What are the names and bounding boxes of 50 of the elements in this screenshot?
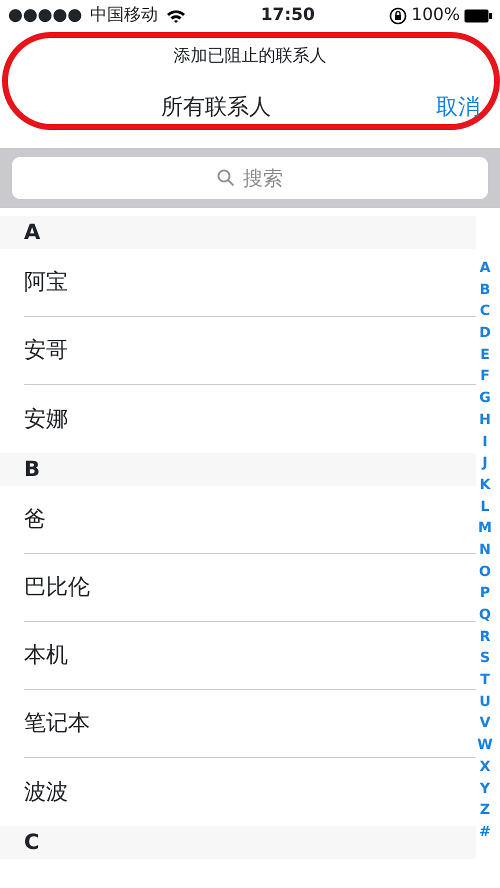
index-letter[interactable]: T xyxy=(476,670,494,692)
index-letter[interactable]: P xyxy=(476,583,494,605)
signal-strength-text: ●●●●● xyxy=(8,4,82,28)
contact-row[interactable]: 波波 xyxy=(0,758,476,826)
index-letter[interactable]: M xyxy=(476,518,494,540)
index-letter[interactable]: D xyxy=(476,323,494,345)
contact-row[interactable]: 阿宝 xyxy=(0,249,476,317)
index-letter[interactable]: R xyxy=(476,626,494,648)
index-letter[interactable]: Y xyxy=(476,778,494,800)
contact-row[interactable]: 本机 xyxy=(0,622,476,690)
index-letter[interactable]: J xyxy=(476,453,494,475)
index-letter[interactable]: # xyxy=(476,822,494,844)
carrier-name: 中国移动 xyxy=(90,4,158,28)
index-letter[interactable]: A xyxy=(476,258,494,280)
index-letter[interactable]: G xyxy=(476,388,494,410)
contact-row[interactable]: 爸 xyxy=(0,486,476,554)
status-time: 17:50 xyxy=(260,4,316,28)
section-header: A xyxy=(0,216,476,249)
search-field[interactable]: 搜索 xyxy=(12,157,488,199)
index-letter[interactable]: E xyxy=(476,344,494,366)
index-letter[interactable]: K xyxy=(476,474,494,497)
index-letter[interactable]: Q xyxy=(476,605,494,627)
battery-percent: 100% xyxy=(411,4,460,28)
index-letter[interactable]: F xyxy=(476,366,494,388)
index-letter[interactable]: V xyxy=(476,713,494,736)
contact-row[interactable]: 安娜 xyxy=(0,385,476,453)
header-subtitle: 添加已阻止的联系人 xyxy=(174,45,326,68)
index-letter[interactable]: O xyxy=(476,562,494,584)
index-letter[interactable]: X xyxy=(476,756,494,778)
contact-row[interactable]: 安哥 xyxy=(0,317,476,385)
contact-row[interactable]: 笔记本 xyxy=(0,690,476,758)
wifi-icon xyxy=(166,8,186,24)
contact-row[interactable]: 巴比伦 xyxy=(0,554,476,622)
index-letter[interactable]: B xyxy=(476,280,494,302)
index-letter[interactable]: S xyxy=(476,648,494,670)
search-icon xyxy=(217,169,235,187)
index-letter[interactable]: I xyxy=(476,432,494,454)
index-letter[interactable]: C xyxy=(476,301,494,324)
index-letter[interactable]: W xyxy=(476,735,494,757)
battery-icon xyxy=(464,9,492,23)
rotation-lock-icon xyxy=(389,7,408,25)
index-letter[interactable]: U xyxy=(476,692,494,714)
section-header: B xyxy=(0,453,476,486)
section-header: C xyxy=(0,826,476,859)
index-letter[interactable]: H xyxy=(476,410,494,432)
index-letter[interactable]: Z xyxy=(476,800,494,822)
cancel-button[interactable]: 取消 xyxy=(432,91,484,124)
index-letter[interactable]: L xyxy=(476,496,494,518)
index-letter[interactable]: N xyxy=(476,540,494,562)
header-title: 所有联系人 xyxy=(161,94,271,122)
